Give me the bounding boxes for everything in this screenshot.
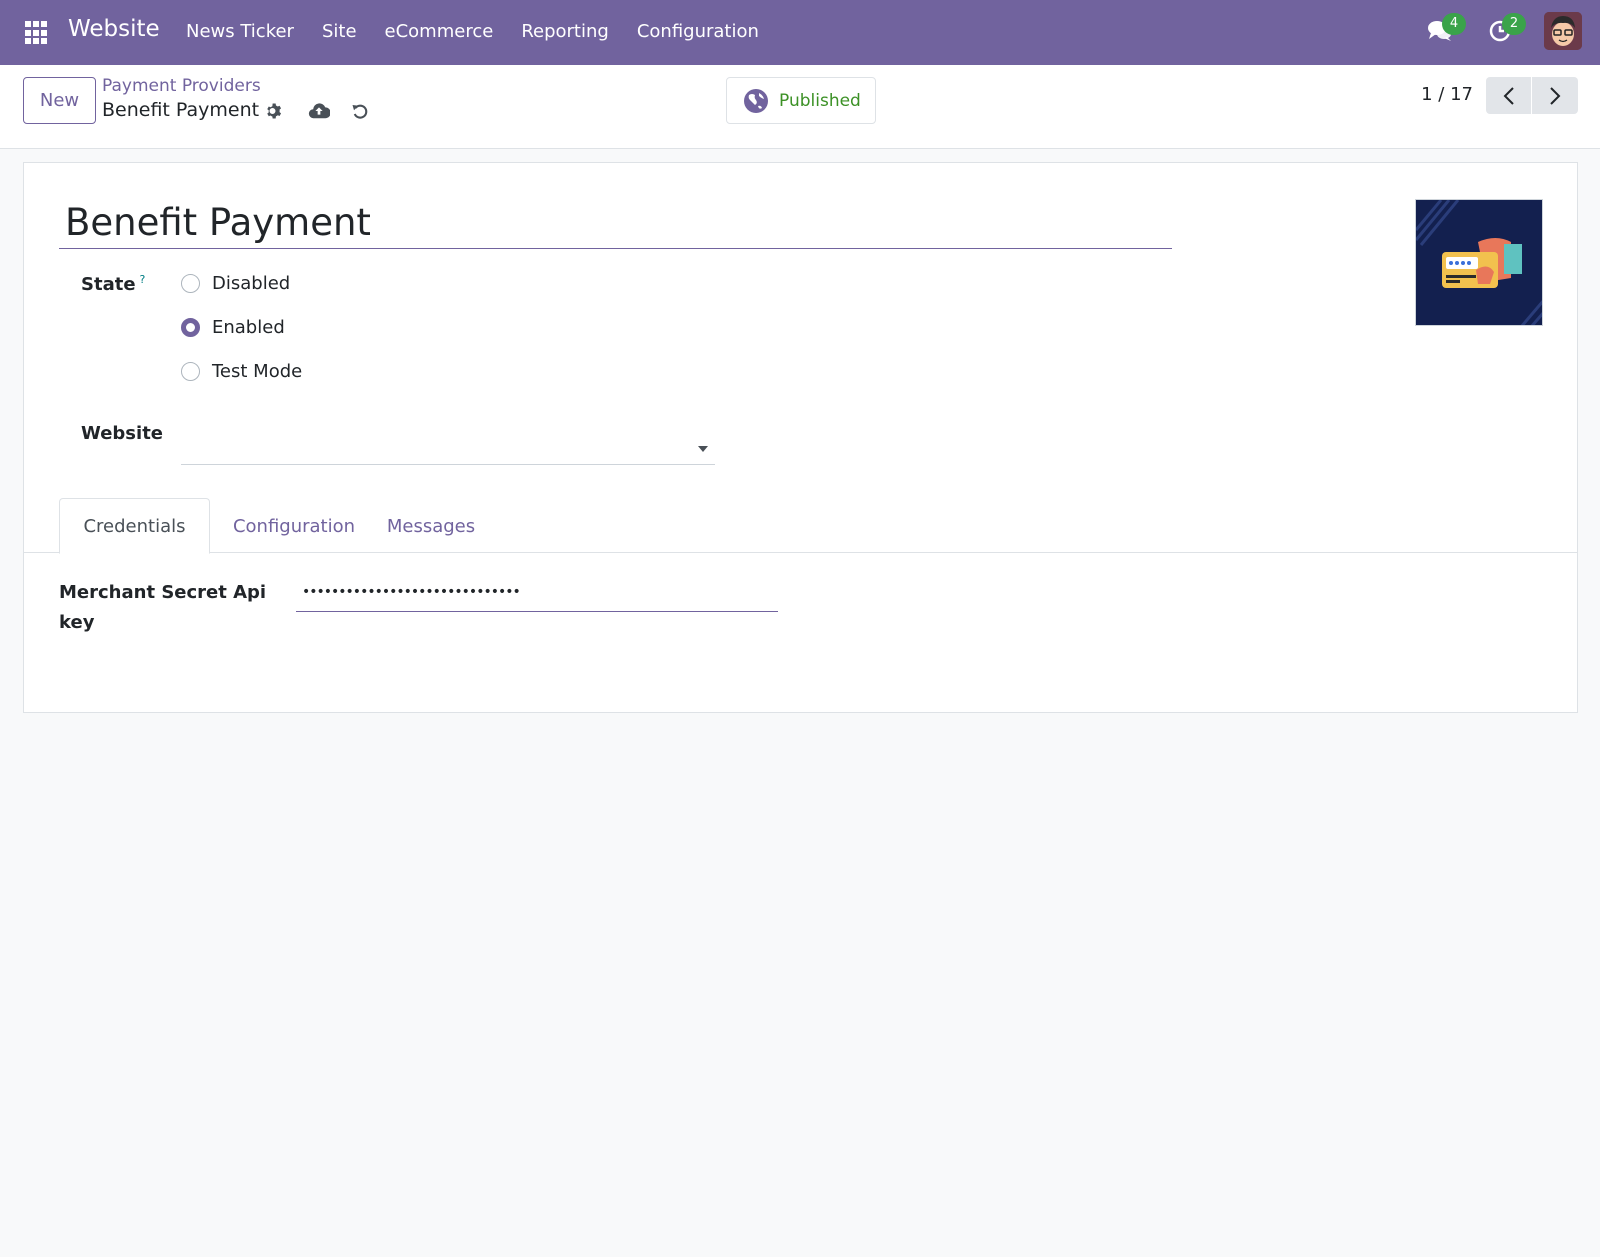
credit-card-hand-icon	[1416, 200, 1542, 325]
chevron-right-icon	[1550, 86, 1561, 105]
provider-name-input[interactable]: Benefit Payment	[59, 199, 1172, 247]
pager	[1486, 77, 1578, 114]
state-label-text: State	[81, 274, 136, 295]
pager-next-button[interactable]	[1532, 77, 1578, 114]
pager-previous-button[interactable]	[1486, 77, 1532, 114]
gear-icon[interactable]	[263, 100, 285, 122]
merchant-secret-label: Merchant Secret Api key	[59, 582, 267, 633]
menu-item-news-ticker[interactable]: News Ticker	[186, 21, 294, 42]
menu-item-ecommerce[interactable]: eCommerce	[385, 21, 494, 42]
published-toggle-button[interactable]: Published	[726, 77, 876, 124]
notebook-tabs: Credentials Configuration Messages	[24, 498, 1577, 554]
control-panel: New Payment Providers Benefit Payment Pu…	[0, 65, 1600, 149]
tab-credentials[interactable]: Credentials	[59, 498, 210, 554]
user-avatar[interactable]	[1544, 12, 1582, 50]
state-option-label: Enabled	[212, 317, 285, 338]
globe-icon	[744, 88, 768, 113]
website-label: Website	[81, 423, 164, 444]
breadcrumb-payment-providers[interactable]: Payment Providers	[102, 76, 261, 96]
breadcrumb-current: Benefit Payment	[102, 99, 260, 121]
website-select[interactable]	[181, 431, 715, 465]
state-option-disabled[interactable]: Disabled	[181, 273, 290, 294]
apps-grid-icon[interactable]	[25, 21, 49, 45]
state-label: State?	[81, 273, 145, 295]
state-option-test-mode[interactable]: Test Mode	[181, 361, 302, 382]
name-field[interactable]: Benefit Payment	[59, 199, 1172, 249]
tab-messages[interactable]: Messages	[376, 498, 486, 554]
app-name[interactable]: Website	[68, 16, 160, 42]
menu-item-configuration[interactable]: Configuration	[637, 21, 759, 42]
state-help-tooltip[interactable]: ?	[140, 273, 146, 286]
activities-button[interactable]: 2	[1484, 13, 1526, 47]
radio-disabled[interactable]	[181, 274, 200, 293]
provider-image[interactable]	[1415, 199, 1543, 326]
menu-item-reporting[interactable]: Reporting	[521, 21, 609, 42]
published-label: Published	[779, 90, 861, 111]
state-option-label: Disabled	[212, 273, 291, 294]
state-option-enabled[interactable]: Enabled	[181, 317, 285, 338]
new-button[interactable]: New	[23, 77, 96, 124]
menu-item-site[interactable]: Site	[322, 21, 357, 42]
form-sheet: Benefit Payment State? Disabled Enabled	[23, 162, 1578, 713]
tab-configuration[interactable]: Configuration	[224, 498, 364, 554]
discard-undo-icon[interactable]	[349, 100, 371, 122]
radio-enabled[interactable]	[181, 318, 200, 337]
systray: 4 2	[1424, 12, 1582, 50]
main-menu: News Ticker Site eCommerce Reporting Con…	[186, 21, 759, 42]
chevron-left-icon	[1503, 86, 1514, 105]
save-cloud-icon[interactable]	[308, 100, 330, 122]
messages-badge: 4	[1442, 13, 1466, 35]
messages-button[interactable]: 4	[1424, 13, 1466, 47]
activities-badge: 2	[1502, 13, 1526, 35]
state-option-label: Test Mode	[212, 361, 303, 382]
pager-value[interactable]: 1 / 17	[1421, 84, 1473, 105]
top-navbar: Website News Ticker Site eCommerce Repor…	[0, 0, 1600, 65]
dropdown-caret-icon[interactable]	[698, 446, 708, 452]
merchant-secret-input[interactable]: ••••••••••••••••••••••••••••••	[296, 578, 778, 612]
radio-test-mode[interactable]	[181, 362, 200, 381]
avatar-face-icon	[1544, 12, 1582, 50]
